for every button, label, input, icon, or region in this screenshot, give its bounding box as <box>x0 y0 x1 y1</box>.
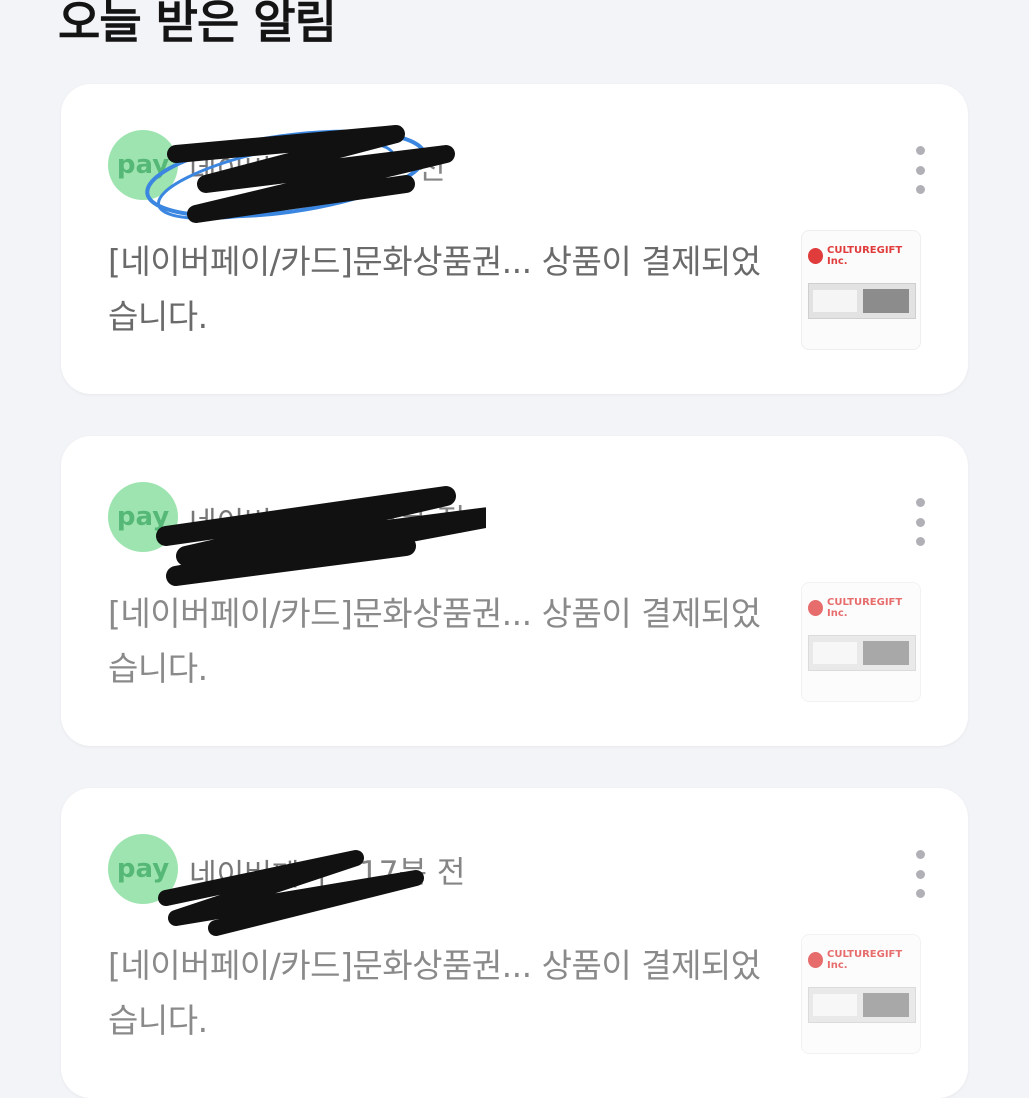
more-vertical-icon <box>915 850 925 859</box>
culturegift-logo-icon <box>808 600 823 616</box>
gift-voucher-image <box>808 635 916 671</box>
page-title: 오늘 받은 알림 <box>58 0 337 49</box>
merchant-name: 네이버페이 <box>189 506 327 538</box>
thumbnail-brand: CULTUREGIFT Inc. <box>826 949 903 971</box>
product-thumbnail[interactable]: CULTUREGIFT Inc. <box>801 934 921 1054</box>
notification-message: [네이버페이/카드]문화상품권... 상품이 결제되었습니다. <box>108 594 761 688</box>
naver-pay-icon: pay <box>108 482 178 552</box>
more-vertical-icon <box>915 498 925 507</box>
merchant-name: 네이버페이 <box>189 154 327 186</box>
notification-card[interactable]: pay 네이버페이 4분 전 [네이버페이/카드]문화상품권... 상품이 결제… <box>61 84 968 394</box>
more-options-button[interactable] <box>910 498 930 546</box>
culturegift-logo-icon <box>808 952 823 968</box>
culturegift-logo-icon <box>808 248 823 264</box>
more-options-button[interactable] <box>910 850 930 898</box>
product-thumbnail[interactable]: CULTUREGIFT Inc. <box>801 582 921 702</box>
naver-pay-icon: pay <box>108 834 178 904</box>
time-ago: 17분 전 <box>359 855 466 891</box>
gift-voucher-image <box>808 283 916 319</box>
notification-card[interactable]: pay 네이버페이 17분 전 [네이버페이/카드]문화상품권... 상품이 결… <box>61 788 968 1098</box>
merchant-name: 네이버페이 <box>189 858 327 890</box>
time-ago: 15분 전 <box>359 503 466 539</box>
time-ago: 4분 전 <box>359 151 446 187</box>
product-thumbnail[interactable]: CULTUREGIFT Inc. <box>801 230 921 350</box>
thumbnail-brand: CULTUREGIFT Inc. <box>826 245 903 267</box>
notification-message: [네이버페이/카드]문화상품권... 상품이 결제되었습니다. <box>108 242 761 336</box>
gift-voucher-image <box>808 987 916 1023</box>
more-options-button[interactable] <box>910 146 930 194</box>
thumbnail-brand: CULTUREGIFT Inc. <box>826 597 903 619</box>
notification-card[interactable]: pay 네이버페이 15분 전 [네이버페이/카드]문화상품권... 상품이 결… <box>61 436 968 746</box>
naver-pay-icon: pay <box>108 130 178 200</box>
notification-message: [네이버페이/카드]문화상품권... 상품이 결제되었습니다. <box>108 946 761 1040</box>
more-vertical-icon <box>915 146 925 155</box>
